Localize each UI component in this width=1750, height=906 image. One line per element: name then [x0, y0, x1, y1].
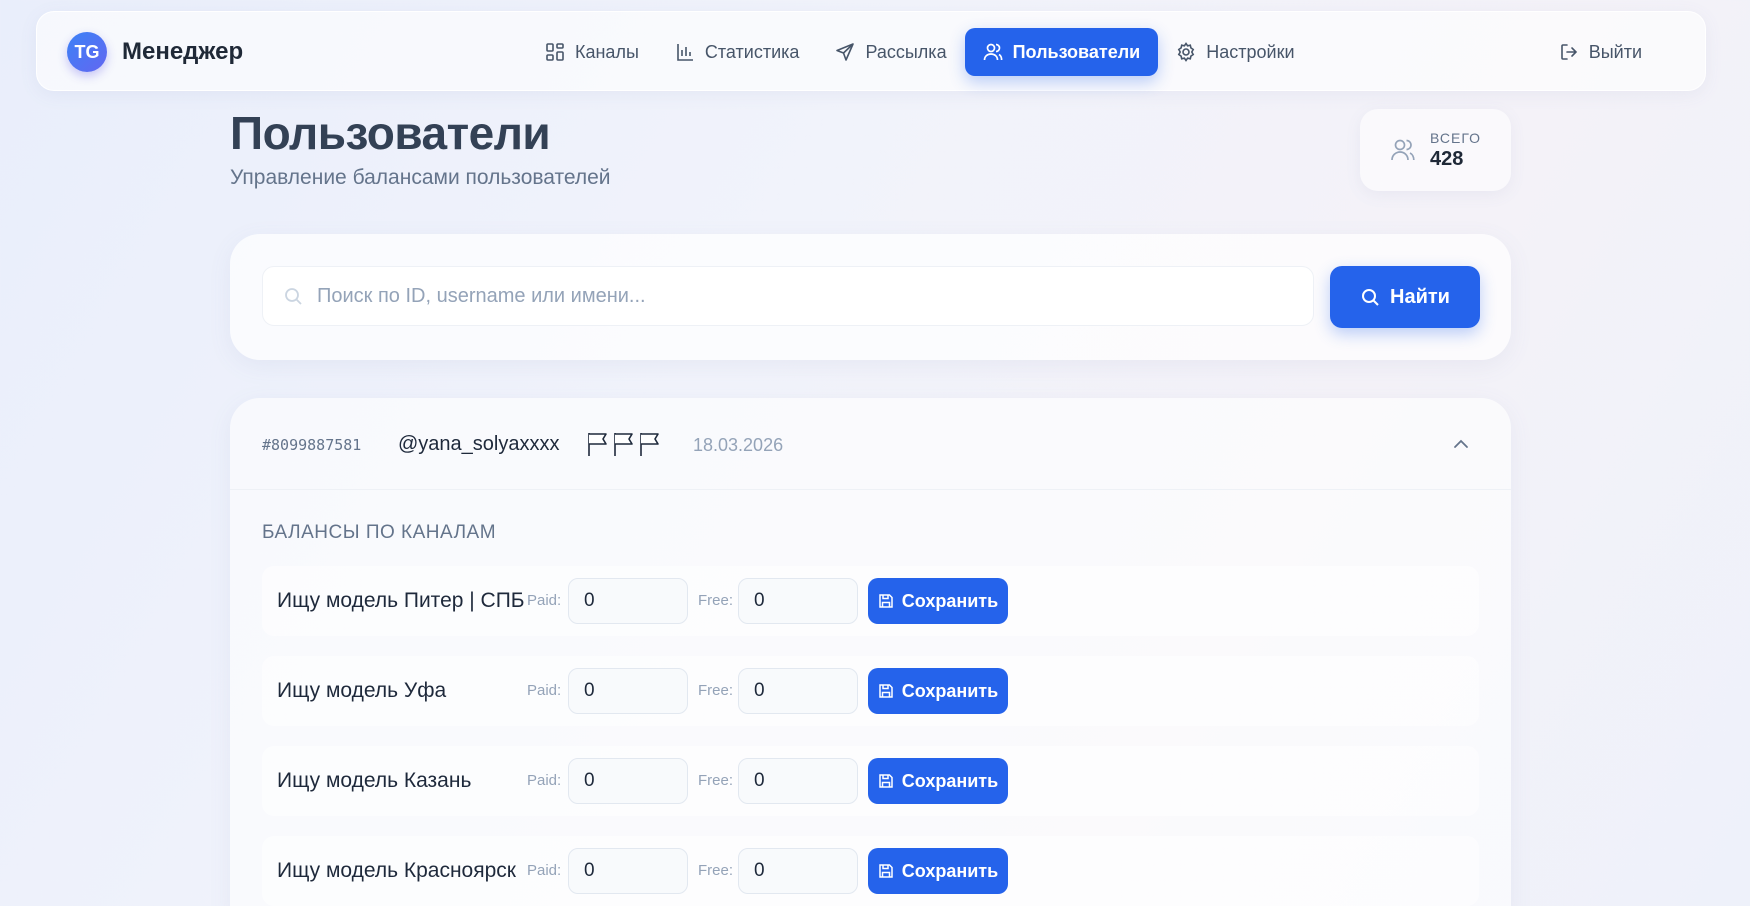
free-label: Free: [698, 682, 734, 699]
top-navbar: TG Менеджер Каналы Статистика Рассылка П… [36, 11, 1706, 91]
user-flags [586, 430, 664, 458]
logout-button[interactable]: Выйти [1541, 28, 1660, 76]
save-button-label: Сохранить [901, 680, 999, 701]
save-button-label: Сохранить [901, 860, 999, 881]
flag-icon [614, 433, 633, 456]
free-label: Free: [698, 862, 734, 879]
paid-label: Paid: [527, 862, 562, 879]
balances-section-title: БАЛАНСЫ ПО КАНАЛАМ [262, 522, 497, 543]
chevron-up-icon[interactable] [1451, 434, 1471, 454]
free-label: Free: [698, 772, 734, 789]
paid-label: Paid: [527, 682, 562, 699]
save-button[interactable]: Сохранить [868, 758, 1008, 804]
user-card: #8099887581 @yana_solyaxxxx 18.03.2026 Б… [230, 398, 1511, 906]
paid-input[interactable] [568, 668, 688, 714]
save-icon [878, 683, 894, 699]
bar-chart-icon [675, 42, 695, 62]
users-icon [983, 42, 1003, 62]
gear-icon [1176, 42, 1196, 62]
search-icon [1360, 287, 1380, 307]
free-input[interactable] [738, 848, 858, 894]
user-username: @yana_solyaxxxx [398, 433, 560, 455]
channel-name: Ищу модель Красноярск [277, 859, 516, 882]
user-id: #8099887581 [262, 436, 362, 454]
paid-input[interactable] [568, 758, 688, 804]
save-button-label: Сохранить [901, 590, 999, 611]
free-input[interactable] [738, 758, 858, 804]
total-info: ВСЕГО 428 [1430, 130, 1481, 171]
logout-label: Выйти [1588, 41, 1642, 62]
save-button[interactable]: Сохранить [868, 578, 1008, 624]
search-button-label: Найти [1390, 285, 1450, 308]
nav-menu: Каналы Статистика Рассылка Пользователи … [527, 28, 1313, 76]
save-button[interactable]: Сохранить [868, 848, 1008, 894]
page-title: Пользователи [230, 107, 551, 159]
balance-row: Ищу модель Питер | СПБ Paid: Free: Сохра… [262, 566, 1479, 636]
page-subtitle: Управление балансами пользователей [230, 166, 611, 189]
flag-icon [640, 433, 659, 456]
paid-input[interactable] [568, 578, 688, 624]
balance-row: Ищу модель Красноярск Paid: Free: Сохран… [262, 836, 1479, 906]
balance-row: Ищу модель Казань Paid: Free: Сохранить [262, 746, 1479, 816]
brand[interactable]: TG Менеджер [67, 32, 243, 72]
save-icon [878, 773, 894, 789]
free-input[interactable] [738, 668, 858, 714]
save-icon [878, 863, 894, 879]
search-input[interactable] [317, 284, 1297, 308]
brand-name: Менеджер [122, 38, 244, 65]
save-icon [878, 593, 894, 609]
nav-item-label: Каналы [575, 41, 639, 62]
nav-item-users[interactable]: Пользователи [964, 28, 1159, 76]
paid-label: Paid: [527, 592, 562, 609]
search-button[interactable]: Найти [1330, 266, 1480, 328]
grid-icon [545, 42, 565, 62]
users-icon [1390, 137, 1416, 163]
total-label: ВСЕГО [1430, 129, 1482, 146]
user-date: 18.03.2026 [693, 435, 784, 455]
nav-item-label: Пользователи [1012, 41, 1141, 62]
nav-item-statistics[interactable]: Статистика [657, 28, 818, 76]
free-label: Free: [698, 592, 734, 609]
brand-logo: TG [67, 32, 107, 72]
logout-icon [1559, 42, 1579, 62]
search-box[interactable] [262, 266, 1314, 326]
nav-item-settings[interactable]: Настройки [1158, 28, 1312, 76]
free-input[interactable] [738, 578, 858, 624]
total-users-card: ВСЕГО 428 [1360, 109, 1511, 191]
save-button-label: Сохранить [901, 770, 999, 791]
channel-name: Ищу модель Казань [277, 769, 472, 792]
channel-name: Ищу модель Питер | СПБ [277, 589, 525, 612]
total-value: 428 [1430, 147, 1464, 170]
paid-input[interactable] [568, 848, 688, 894]
flag-icon [588, 433, 607, 456]
search-panel: Найти [230, 234, 1511, 360]
nav-item-label: Рассылка [865, 41, 947, 62]
search-icon [283, 286, 303, 306]
user-card-header[interactable]: #8099887581 @yana_solyaxxxx 18.03.2026 [230, 398, 1511, 490]
channel-name: Ищу модель Уфа [277, 679, 447, 702]
paid-label: Paid: [527, 772, 562, 789]
nav-item-broadcast[interactable]: Рассылка [817, 28, 964, 76]
nav-item-label: Настройки [1206, 41, 1295, 62]
balance-row: Ищу модель Уфа Paid: Free: Сохранить [262, 656, 1479, 726]
send-icon [835, 42, 855, 62]
nav-item-channels[interactable]: Каналы [527, 28, 657, 76]
nav-item-label: Статистика [704, 41, 800, 62]
save-button[interactable]: Сохранить [868, 668, 1008, 714]
